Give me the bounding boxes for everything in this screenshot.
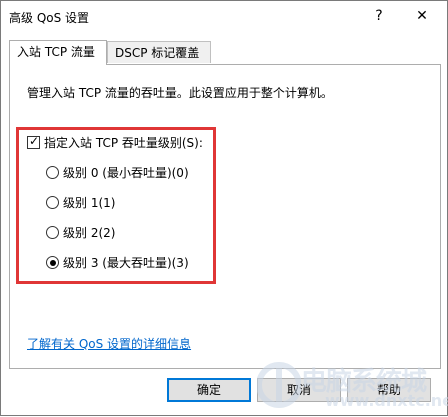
radio-button[interactable] — [46, 166, 59, 179]
checkbox-box[interactable]: ✓ — [27, 134, 40, 149]
checkbox-label: 指定入站 TCP 吞吐量级别(S): — [44, 136, 203, 150]
tab-inbound-tcp[interactable]: 入站 TCP 流量 — [9, 40, 107, 65]
radio-level-2[interactable]: 级别 2(2) — [46, 224, 115, 241]
ok-button[interactable]: 确定 — [167, 378, 251, 402]
help-icon[interactable]: ? — [363, 1, 395, 31]
close-icon[interactable]: ✕ — [399, 1, 445, 31]
radio-label: 级别 2(2) — [63, 226, 116, 240]
radio-level-1[interactable]: 级别 1(1) — [46, 194, 115, 211]
radio-button[interactable] — [46, 196, 59, 209]
tab-panel: 管理入站 TCP 流量的吞吐量。此设置应用于整个计算机。 ✓ 指定入站 TCP 吞… — [9, 64, 441, 369]
title-bar: 高级 QoS 设置 ? ✕ — [1, 1, 447, 33]
radio-selected-dot — [49, 259, 56, 266]
radio-level-0[interactable]: 级别 0 (最小吞吐量)(0) — [46, 164, 189, 181]
radio-button[interactable] — [46, 226, 59, 239]
radio-label: 级别 1(1) — [63, 196, 116, 210]
checkmark-icon: ✓ — [29, 134, 40, 148]
help-button[interactable]: 帮助 — [347, 378, 431, 402]
radio-button[interactable] — [46, 256, 59, 269]
window-title: 高级 QoS 设置 — [9, 11, 90, 25]
tab-dscp-override[interactable]: DSCP 标记覆盖 — [107, 41, 211, 63]
qos-settings-dialog: 高级 QoS 设置 ? ✕ 入站 TCP 流量 DSCP 标记覆盖 管理入站 T… — [0, 0, 448, 416]
qos-help-link[interactable]: 了解有关 QoS 设置的详细信息 — [27, 335, 191, 352]
radio-label: 级别 3 (最大吞吐量)(3) — [63, 256, 189, 270]
radio-label: 级别 0 (最小吞吐量)(0) — [63, 166, 189, 180]
cancel-button[interactable]: 取消 — [257, 378, 341, 402]
radio-level-3[interactable]: 级别 3 (最大吞吐量)(3) — [46, 254, 189, 271]
description-text: 管理入站 TCP 流量的吞吐量。此设置应用于整个计算机。 — [27, 86, 333, 100]
throughput-level-checkbox[interactable]: ✓ 指定入站 TCP 吞吐量级别(S): — [27, 134, 203, 151]
